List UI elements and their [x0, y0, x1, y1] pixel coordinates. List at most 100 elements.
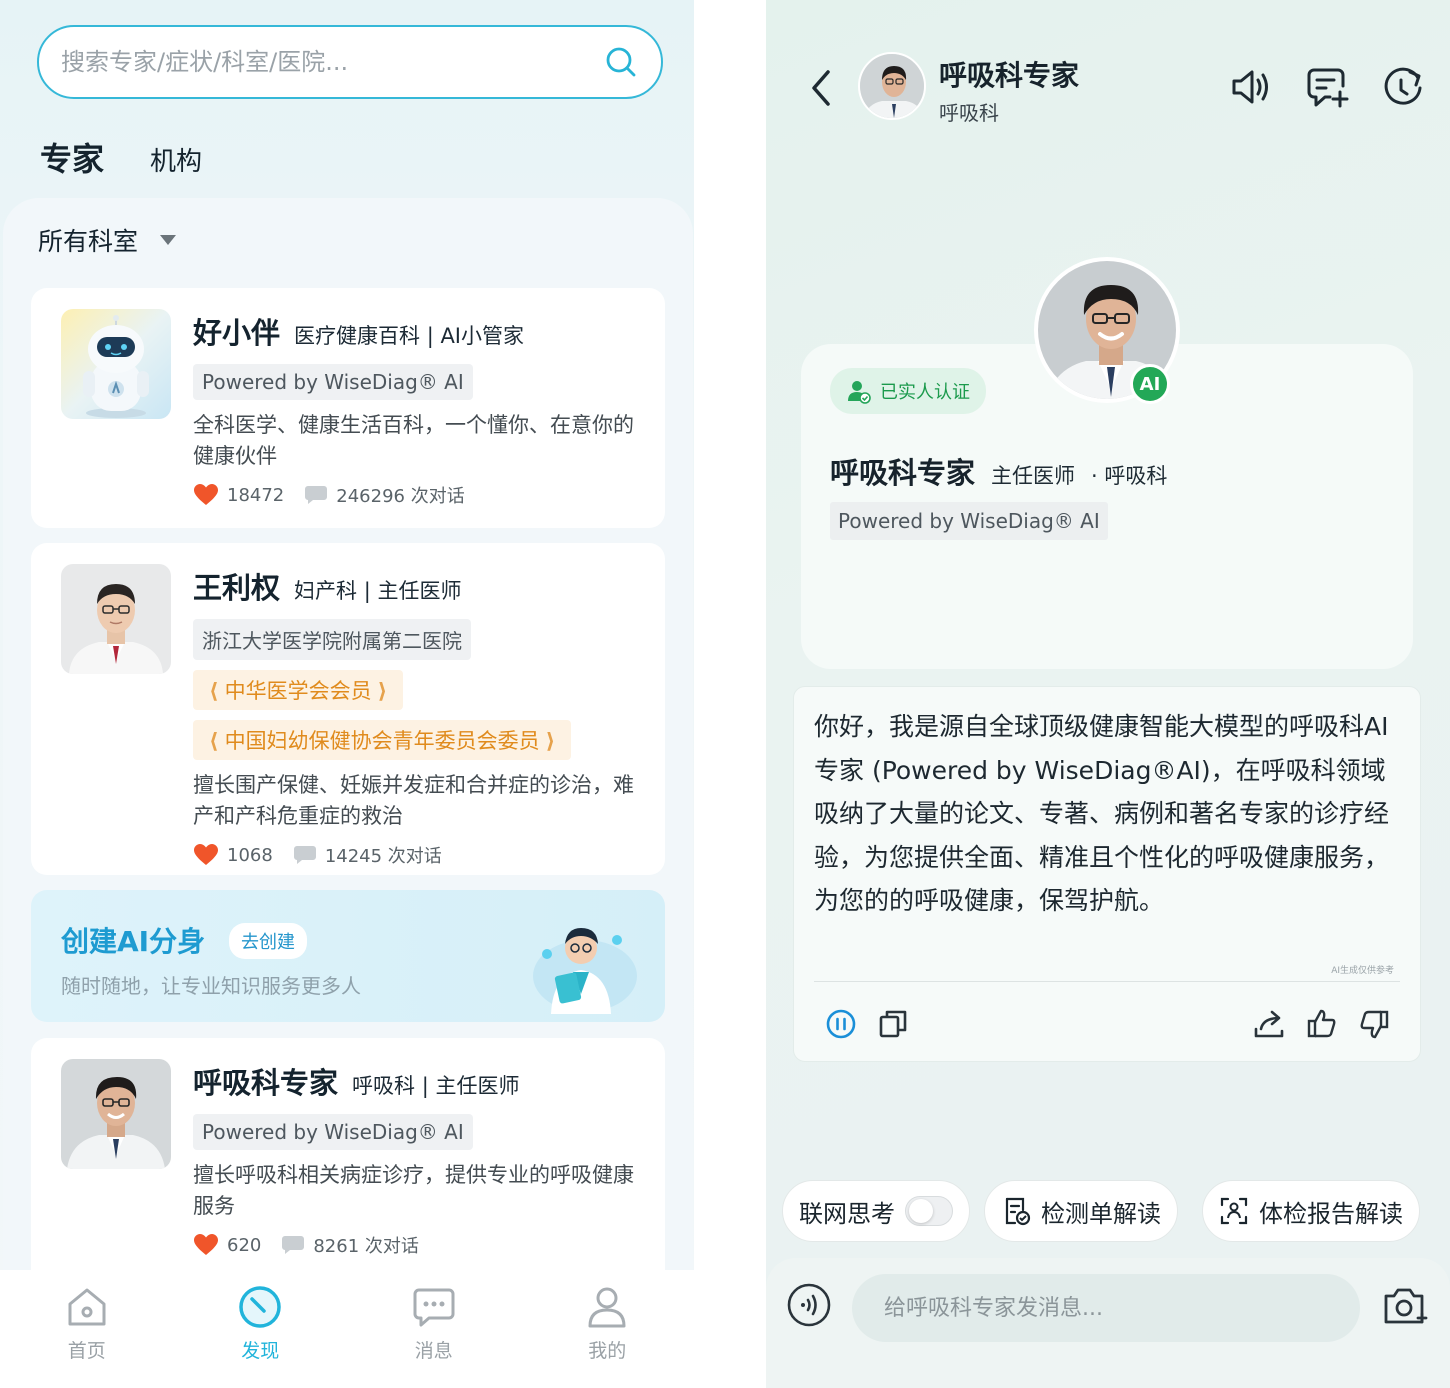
- chat-header-subtitle: 呼吸科: [939, 101, 999, 125]
- bottom-navigation: 首页 发现 消息 我的: [0, 1270, 694, 1388]
- web-think-toggle[interactable]: 联网思考: [782, 1180, 970, 1242]
- nav-label: 我的: [588, 1340, 627, 1362]
- expert-card[interactable]: 好小伴 医疗健康百科 | AI小管家 Powered by WiseDiag® …: [31, 288, 665, 528]
- doctor-illustration-icon: [533, 928, 637, 1014]
- speaker-icon[interactable]: [1228, 64, 1274, 110]
- document-check-icon: [1005, 1197, 1031, 1226]
- powered-by-tag: Powered by WiseDiag® AI: [830, 502, 1108, 540]
- lab-report-label: 检测单解读: [1041, 1199, 1161, 1228]
- scan-icon: [1220, 1197, 1248, 1225]
- tab-experts[interactable]: 专家: [38, 134, 107, 184]
- caret-down-icon: [160, 235, 177, 245]
- laurel-left-icon: ⟨: [209, 679, 219, 703]
- chat-count: 246296 次对话: [336, 486, 465, 507]
- expert-subtitle: 医疗健康百科 | AI小管家: [294, 324, 524, 348]
- expert-card-body: 好小伴 医疗健康百科 | AI小管家 Powered by WiseDiag® …: [193, 310, 647, 508]
- expert-name: 呼吸科专家: [193, 1066, 339, 1100]
- profile-name-row: 呼吸科专家 主任医师 · 呼吸科: [830, 450, 1167, 492]
- voice-input-icon[interactable]: [786, 1282, 832, 1328]
- expert-description: 擅长围产保健、妊娠并发症和合并症的诊治，难产和产科危重症的救治: [193, 773, 634, 828]
- expert-subtitle: 呼吸科 | 主任医师: [352, 1074, 520, 1098]
- department-filter[interactable]: 所有科室: [38, 222, 177, 258]
- expert-card-body: 呼吸科专家 呼吸科 | 主任医师 Powered by WiseDiag® AI…: [193, 1060, 647, 1258]
- heart-icon: [194, 484, 218, 505]
- likes-count: 18472: [227, 484, 285, 506]
- expert-subtitle: 妇产科 | 主任医师: [294, 579, 462, 603]
- chat-bubble-icon: [293, 846, 316, 864]
- history-icon[interactable]: [1380, 64, 1426, 110]
- banner-subtitle: 随时随地，让专业知识服务更多人: [61, 974, 361, 998]
- nav-discover[interactable]: 发现: [200, 1284, 320, 1363]
- chat-screen: 呼吸科专家 呼吸科 AI 已实人认证 呼吸科专家 主任医师 · 呼吸科 Powe…: [766, 0, 1450, 1388]
- profile-department: · 呼吸科: [1091, 464, 1168, 488]
- search-input[interactable]: [61, 48, 603, 76]
- expert-name: 好小伴: [193, 316, 281, 350]
- nav-profile[interactable]: 我的: [547, 1284, 667, 1363]
- assistant-message: 你好，我是源自全球顶级健康智能大模型的呼吸科AI专家 (Powered by W…: [793, 686, 1421, 1062]
- message-divider: [814, 981, 1400, 982]
- profile-icon: [588, 1287, 626, 1328]
- expert-name: 王利权: [193, 571, 281, 605]
- new-chat-icon[interactable]: [1304, 64, 1350, 110]
- expert-card[interactable]: 王利权 妇产科 | 主任医师 浙江大学医学院附属第二医院 ⟨ 中华医学会会员 ⟩ ⟨…: [31, 543, 665, 875]
- pause-icon[interactable]: [824, 1007, 858, 1041]
- web-think-label: 联网思考: [799, 1199, 895, 1228]
- message-input[interactable]: [852, 1274, 1360, 1342]
- chat-bubble-icon: [282, 1236, 305, 1254]
- expert-stats: 18472 246296 次对话: [193, 482, 647, 508]
- category-tabs: 专家 机构: [38, 134, 202, 184]
- heart-icon: [194, 1234, 218, 1255]
- message-input-bar: [766, 1258, 1450, 1388]
- laurel-left-icon: ⟨: [209, 729, 219, 753]
- chat-bubble-icon: [305, 486, 328, 504]
- toggle-switch[interactable]: [905, 1196, 953, 1226]
- copy-icon[interactable]: [876, 1007, 910, 1041]
- expert-description: 全科医学、健康生活百科，一个懂你、在意你的健康伙伴: [193, 413, 634, 468]
- banner-title: 创建AI分身: [61, 925, 206, 958]
- chat-count: 14245 次对话: [324, 846, 442, 867]
- likes-count: 620: [227, 1234, 262, 1256]
- robot-avatar: [61, 309, 171, 419]
- discover-screen: 专家 机构 所有科室: [0, 0, 694, 1388]
- checkup-report-button[interactable]: 体检报告解读: [1202, 1180, 1420, 1242]
- verified-label: 已实人认证: [880, 382, 970, 403]
- laurel-right-icon: ⟩: [545, 729, 556, 753]
- verified-badge: 已实人认证: [830, 368, 986, 414]
- honor-tag: ⟨ 中华医学会会员 ⟩: [193, 670, 404, 710]
- tab-institutions[interactable]: 机构: [150, 141, 202, 184]
- department-filter-label: 所有科室: [38, 227, 139, 256]
- camera-icon[interactable]: [1380, 1282, 1428, 1330]
- create-button[interactable]: 去创建: [229, 923, 307, 959]
- profile-name: 呼吸科专家: [830, 456, 976, 490]
- laurel-right-icon: ⟩: [377, 679, 388, 703]
- message-text: 你好，我是源自全球顶级健康智能大模型的呼吸科AI专家 (Powered by W…: [814, 712, 1390, 915]
- thumbs-up-icon[interactable]: [1305, 1007, 1339, 1041]
- nav-messages[interactable]: 消息: [374, 1284, 494, 1363]
- verified-user-icon: [848, 381, 871, 404]
- powered-by-tag: Powered by WiseDiag® AI: [193, 364, 473, 400]
- share-icon[interactable]: [1252, 1007, 1286, 1041]
- expert-description: 擅长呼吸科相关病症诊疗，提供专业的呼吸健康服务: [193, 1163, 634, 1218]
- expert-card[interactable]: 呼吸科专家 呼吸科 | 主任医师 Powered by WiseDiag® AI…: [31, 1038, 665, 1288]
- back-arrow-icon[interactable]: [806, 66, 836, 110]
- nav-label: 消息: [414, 1340, 453, 1362]
- honor-tag: ⟨ 中国妇幼保健协会青年委员会委员 ⟩: [193, 720, 572, 760]
- search-bar[interactable]: [37, 25, 663, 99]
- header-avatar[interactable]: [858, 52, 926, 120]
- header-actions: [1228, 64, 1426, 110]
- heart-icon: [194, 844, 218, 865]
- create-ai-avatar-banner[interactable]: 创建AI分身 去创建 随时随地，让专业知识服务更多人: [31, 890, 665, 1022]
- profile-title: 主任医师: [991, 464, 1076, 488]
- chat-header-title: 呼吸科专家: [939, 59, 1080, 92]
- doctor-avatar: [61, 564, 171, 674]
- lab-report-button[interactable]: 检测单解读: [984, 1180, 1178, 1242]
- thumbs-down-icon[interactable]: [1357, 1007, 1391, 1041]
- expert-stats: 620 8261 次对话: [193, 1232, 647, 1258]
- nav-label: 发现: [241, 1340, 280, 1362]
- expert-card-body: 王利权 妇产科 | 主任医师 浙江大学医学院附属第二医院 ⟨ 中华医学会会员 ⟩ ⟨…: [193, 565, 647, 868]
- message-icon: [413, 1288, 455, 1327]
- respiratory-doctor-avatar: [61, 1059, 171, 1169]
- search-icon[interactable]: [603, 44, 639, 80]
- nav-label: 首页: [67, 1340, 106, 1362]
- nav-home[interactable]: 首页: [27, 1284, 147, 1363]
